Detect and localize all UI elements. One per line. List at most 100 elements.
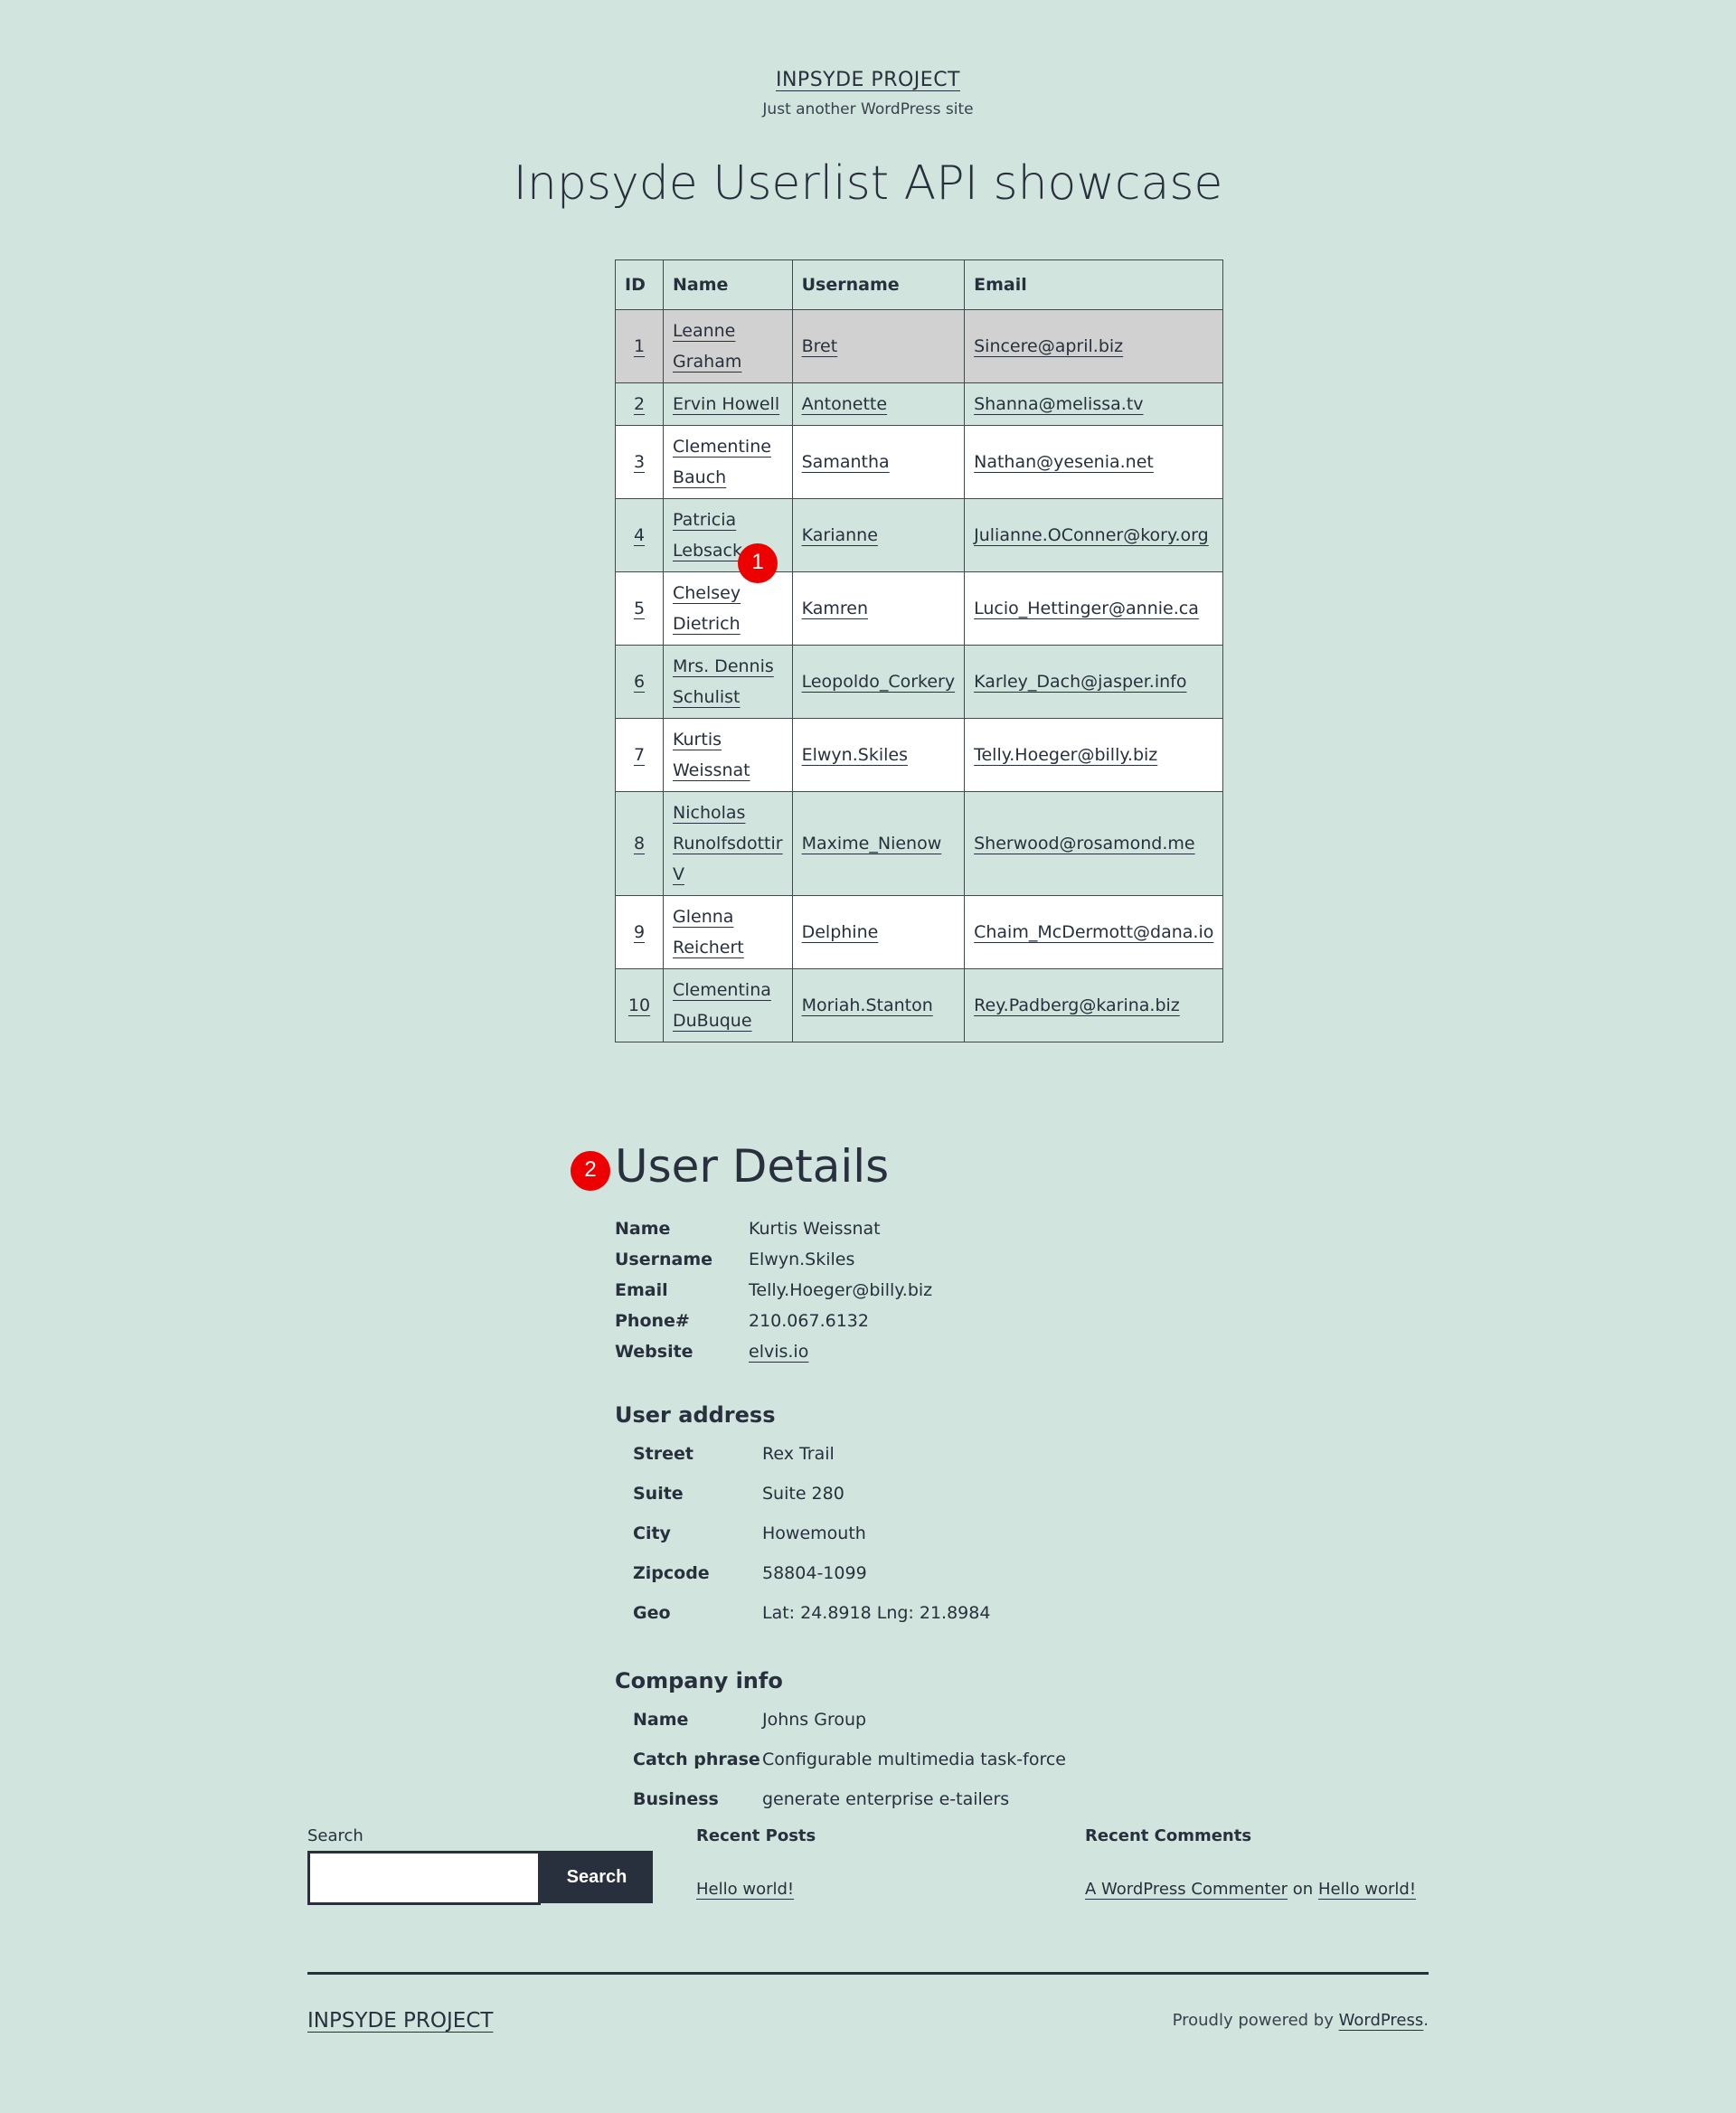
email-link[interactable]: Sincere@april.biz bbox=[974, 336, 1123, 356]
table-row: 5 Chelsey Dietrich Kamren Lucio_Hettinger… bbox=[615, 571, 1224, 646]
detail-label: Name bbox=[615, 1219, 671, 1239]
user-name-link[interactable]: Lebsack bbox=[673, 541, 742, 561]
cell-email: Julianne.OConner@kory.org bbox=[964, 498, 1224, 572]
email-link[interactable]: Lucio_Hettinger@annie.ca bbox=[974, 599, 1199, 618]
header-id: ID bbox=[615, 259, 664, 310]
detail-value: Elwyn.Skiles bbox=[749, 1250, 855, 1269]
company-value: generate enterprise e-tailers bbox=[762, 1789, 1010, 1809]
username-link[interactable]: Maxime_Nienow bbox=[802, 834, 942, 854]
search-input[interactable] bbox=[307, 1851, 541, 1905]
wordpress-link[interactable]: WordPress bbox=[1339, 2011, 1424, 2030]
user-name-link[interactable]: Weissnat bbox=[673, 760, 750, 780]
comment-author-link[interactable]: A WordPress Commenter bbox=[1085, 1880, 1288, 1899]
username-link[interactable]: Delphine bbox=[802, 922, 879, 942]
recent-comments-title: Recent Comments bbox=[1085, 1826, 1252, 1845]
cell-email: Shanna@melissa.tv bbox=[964, 382, 1224, 426]
user-id-link[interactable]: 8 bbox=[634, 834, 645, 854]
cell-email: Sincere@april.biz bbox=[964, 309, 1224, 383]
username-link[interactable]: Leopoldo_Corkery bbox=[802, 672, 956, 692]
detail-label: Phone# bbox=[615, 1311, 690, 1331]
email-link[interactable]: Telly.Hoeger@billy.biz bbox=[974, 745, 1157, 765]
user-name-link[interactable]: DuBuque bbox=[673, 1011, 752, 1031]
username-link[interactable]: Karianne bbox=[802, 525, 878, 545]
comment-post-link[interactable]: Hello world! bbox=[1318, 1880, 1416, 1899]
user-name-link[interactable]: Glenna bbox=[673, 907, 733, 927]
address-label: Suite bbox=[633, 1484, 684, 1504]
recent-posts-title: Recent Posts bbox=[696, 1826, 816, 1845]
cell-username: Bret bbox=[791, 309, 966, 383]
username-link[interactable]: Kamren bbox=[802, 599, 868, 618]
user-id-link[interactable]: 10 bbox=[628, 995, 650, 1015]
user-id-link[interactable]: 9 bbox=[634, 922, 645, 942]
footer-site-title-link[interactable]: INPSYDE PROJECT bbox=[307, 2009, 493, 2033]
email-link[interactable]: Shanna@melissa.tv bbox=[974, 394, 1143, 414]
user-name-link[interactable]: Ervin Howell bbox=[673, 394, 779, 414]
user-name-link[interactable]: Clementina bbox=[673, 980, 771, 1000]
user-name-link[interactable]: Graham bbox=[673, 352, 741, 372]
user-id-link[interactable]: 1 bbox=[634, 336, 645, 356]
user-name-link[interactable]: Schulist bbox=[673, 687, 741, 707]
user-name-link[interactable]: Leanne bbox=[673, 321, 735, 341]
user-name-link[interactable]: Bauch bbox=[673, 467, 726, 487]
user-id-link[interactable]: 2 bbox=[634, 394, 645, 414]
cell-id: 6 bbox=[615, 645, 664, 719]
username-link[interactable]: Antonette bbox=[802, 394, 887, 414]
cell-email: Sherwood@rosamond.me bbox=[964, 791, 1224, 896]
annotation-badge-2: 2 bbox=[571, 1151, 610, 1191]
detail-row-name: Name Kurtis Weissnat bbox=[615, 1213, 1248, 1244]
address-list: Street Rex Trail Suite Suite 280 City Howem… bbox=[615, 1434, 1248, 1633]
user-name-link[interactable]: Mrs. Dennis bbox=[673, 656, 774, 676]
user-id-link[interactable]: 3 bbox=[634, 452, 645, 472]
user-id-link[interactable]: 6 bbox=[634, 672, 645, 692]
email-link[interactable]: Rey.Padberg@karina.biz bbox=[974, 995, 1180, 1015]
user-id-link[interactable]: 5 bbox=[634, 599, 645, 618]
site-title-link[interactable]: INPSYDE PROJECT bbox=[776, 69, 960, 91]
search-form: Search bbox=[307, 1851, 653, 1905]
email-link[interactable]: Julianne.OConner@kory.org bbox=[974, 525, 1209, 545]
user-name-link[interactable]: Patricia bbox=[673, 510, 736, 530]
username-link[interactable]: Bret bbox=[802, 336, 838, 356]
address-label: Zipcode bbox=[633, 1563, 710, 1583]
cell-id: 5 bbox=[615, 571, 664, 646]
user-details: User Details Name Kurtis Weissnat Usernam… bbox=[615, 1139, 1248, 1819]
user-name-link[interactable]: Dietrich bbox=[673, 614, 741, 634]
address-value: Howemouth bbox=[762, 1523, 866, 1543]
username-link[interactable]: Elwyn.Skiles bbox=[802, 745, 908, 765]
user-name-link[interactable]: Clementine bbox=[673, 437, 771, 457]
detail-value: Telly.Hoeger@billy.biz bbox=[749, 1280, 933, 1300]
user-id-link[interactable]: 7 bbox=[634, 745, 645, 765]
user-name-link[interactable]: V bbox=[673, 864, 684, 884]
website-link[interactable]: elvis.io bbox=[749, 1336, 808, 1367]
cell-email: Lucio_Hettinger@annie.ca bbox=[964, 571, 1224, 646]
address-value: Suite 280 bbox=[762, 1484, 844, 1504]
header-email: Email bbox=[964, 259, 1224, 310]
user-name-link[interactable]: Runolfsdottir bbox=[673, 834, 783, 854]
username-link[interactable]: Samantha bbox=[802, 452, 890, 472]
powered-by-text: Proudly powered by bbox=[1172, 2011, 1334, 2030]
cell-email: Rey.Padberg@karina.biz bbox=[964, 968, 1224, 1042]
powered-by: Proudly powered by WordPress. bbox=[1173, 2011, 1429, 2030]
user-name-link[interactable]: Kurtis bbox=[673, 730, 722, 750]
address-row-geo: Geo Lat: 24.8918 Lng: 21.8984 bbox=[615, 1593, 1248, 1633]
username-link[interactable]: Moriah.Stanton bbox=[802, 995, 933, 1015]
recent-comment: A WordPress Commenter on Hello world! bbox=[1085, 1880, 1416, 1899]
recent-post-link[interactable]: Hello world! bbox=[696, 1880, 794, 1899]
table-row: 8 Nicholas Runolfsdottir V Maxime_Nienow S… bbox=[615, 791, 1224, 896]
user-name-link[interactable]: Nicholas bbox=[673, 803, 745, 823]
user-name-link[interactable]: Reichert bbox=[673, 938, 744, 957]
company-label: Business bbox=[633, 1789, 719, 1809]
cell-id: 10 bbox=[615, 968, 664, 1042]
address-label: City bbox=[633, 1523, 671, 1543]
table-header-row: ID Name Username Email bbox=[615, 259, 1224, 310]
email-link[interactable]: Sherwood@rosamond.me bbox=[974, 834, 1195, 854]
company-list: Name Johns Group Catch phrase Configurable… bbox=[615, 1700, 1248, 1819]
search-button[interactable]: Search bbox=[541, 1851, 653, 1903]
cell-name: Clementine Bauch bbox=[663, 425, 793, 499]
company-label: Name bbox=[633, 1710, 689, 1730]
user-id-link[interactable]: 4 bbox=[634, 525, 645, 545]
email-link[interactable]: Chaim_McDermott@dana.io bbox=[974, 922, 1213, 942]
email-link[interactable]: Karley_Dach@jasper.info bbox=[974, 672, 1186, 692]
email-link[interactable]: Nathan@yesenia.net bbox=[974, 452, 1154, 472]
user-name-link[interactable]: Chelsey bbox=[673, 583, 741, 603]
page-title: Inpsyde Userlist API showcase bbox=[513, 156, 1223, 211]
